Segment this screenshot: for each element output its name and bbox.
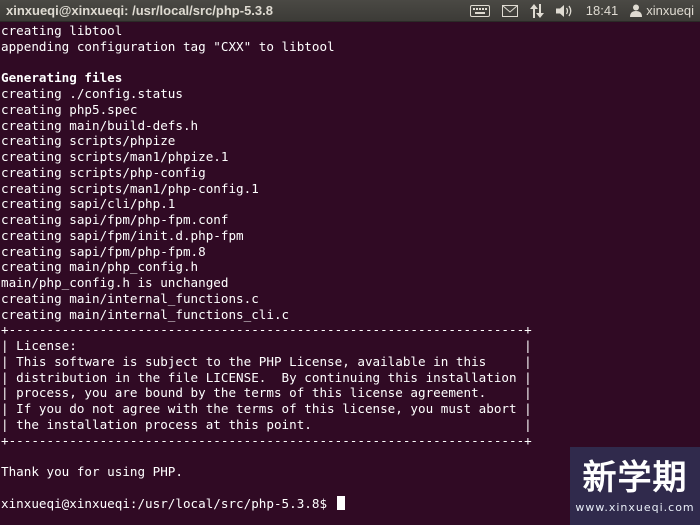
watermark: 新学期 www.xinxueqi.com: [570, 447, 700, 525]
window-title: xinxueqi@xinxueqi: /usr/local/src/php-5.…: [6, 3, 273, 18]
watermark-url: www.xinxueqi.com: [575, 500, 695, 514]
terminal-line: creating scripts/man1/php-config.1: [1, 181, 532, 197]
indicator-area: 18:41 xinxueqi: [469, 0, 694, 22]
terminal-line: | License: |: [1, 338, 532, 354]
terminal-line-text: creating sapi/cli/php.1: [1, 196, 176, 212]
terminal-line-text: creating scripts/phpize: [1, 133, 176, 149]
terminal-line: creating scripts/phpize: [1, 133, 532, 149]
terminal-line: +---------------------------------------…: [1, 322, 532, 338]
terminal-line: | process, you are bound by the terms of…: [1, 385, 532, 401]
terminal-line-text: creating scripts/php-config: [1, 164, 206, 180]
shell-prompt-line: xinxueqi@xinxueqi:/usr/local/src/php-5.3…: [1, 495, 532, 512]
terminal-line: creating main/build-defs.h: [1, 118, 532, 134]
terminal-line-text: | the installation process at this point…: [1, 416, 532, 432]
shell-prompt: xinxueqi@xinxueqi:/usr/local/src/php-5.3…: [1, 495, 335, 511]
terminal-line-text: Thank you for using PHP.: [1, 464, 183, 479]
network-icon[interactable]: [529, 0, 544, 22]
terminal-line: creating sapi/fpm/php-fpm.conf: [1, 212, 532, 228]
terminal-line-text: creating main/internal_functions.c: [1, 290, 259, 306]
terminal-line-text: creating scripts/man1/php-config.1: [1, 180, 259, 196]
terminal-line: | distribution in the file LICENSE. By c…: [1, 370, 532, 386]
terminal-line: creating main/internal_functions_cli.c: [1, 307, 532, 323]
user-name: xinxueqi: [646, 3, 694, 18]
terminal-line-text: creating main/build-defs.h: [1, 117, 199, 133]
terminal-line-text: creating sapi/fpm/php-fpm.conf: [1, 212, 229, 227]
terminal-line-text: Generating files: [1, 70, 123, 86]
terminal-line: creating libtool: [1, 23, 532, 39]
terminal-line-text: +---------------------------------------…: [1, 432, 532, 448]
terminal-line: creating sapi/fpm/php-fpm.8: [1, 244, 532, 260]
terminal-line-text: appending configuration tag "CXX" to lib…: [1, 38, 335, 54]
terminal-line: creating scripts/php-config: [1, 165, 532, 181]
terminal-line: creating sapi/fpm/init.d.php-fpm: [1, 228, 532, 244]
terminal-line-text: creating libtool: [1, 23, 123, 38]
terminal-line-text: +---------------------------------------…: [1, 322, 532, 338]
terminal-line: | This software is subject to the PHP Li…: [1, 354, 532, 370]
user-menu[interactable]: xinxueqi: [630, 0, 694, 22]
terminal-line-text: creating php5.spec: [1, 101, 138, 117]
terminal-line-text: | License: |: [1, 338, 532, 353]
keyboard-icon[interactable]: [469, 0, 490, 22]
terminal-line: creating sapi/cli/php.1: [1, 196, 532, 212]
watermark-logo: 新学期: [582, 457, 688, 498]
terminal-line-text: creating main/php_config.h: [1, 259, 199, 275]
terminal-line: Generating files: [1, 70, 532, 86]
terminal-line-text: | process, you are bound by the terms of…: [1, 385, 532, 401]
terminal-line: creating php5.spec: [1, 102, 532, 118]
mail-icon[interactable]: [501, 0, 518, 22]
terminal-line: appending configuration tag "CXX" to lib…: [1, 39, 532, 55]
terminal-line: creating main/internal_functions.c: [1, 291, 532, 307]
user-icon: [630, 0, 643, 22]
terminal-line-text: | If you do not agree with the terms of …: [1, 401, 532, 416]
terminal-line-text: | distribution in the file LICENSE. By c…: [1, 369, 532, 385]
terminal-line: creating main/php_config.h: [1, 259, 532, 275]
terminal-line: Thank you for using PHP.: [1, 464, 532, 480]
terminal-line: creating ./config.status: [1, 86, 532, 102]
terminal-line: | the installation process at this point…: [1, 417, 532, 433]
terminal-line-text: creating ./config.status: [1, 86, 183, 101]
terminal-line-text: creating main/internal_functions_cli.c: [1, 306, 290, 322]
terminal-line-text: | This software is subject to the PHP Li…: [1, 353, 532, 369]
text-cursor: [336, 495, 345, 510]
terminal-line: | If you do not agree with the terms of …: [1, 401, 532, 417]
terminal-line-text: creating sapi/fpm/php-fpm.8: [1, 243, 206, 259]
terminal-line-text: main/php_config.h is unchanged: [1, 275, 229, 290]
terminal-line: +---------------------------------------…: [1, 433, 532, 449]
terminal-line-text: creating sapi/fpm/init.d.php-fpm: [1, 227, 244, 243]
terminal-line-text: creating scripts/man1/phpize.1: [1, 149, 229, 164]
clock[interactable]: 18:41: [586, 3, 619, 18]
terminal-line: creating scripts/man1/phpize.1: [1, 149, 532, 165]
top-panel: xinxueqi@xinxueqi: /usr/local/src/php-5.…: [0, 0, 700, 22]
terminal-line: main/php_config.h is unchanged: [1, 275, 532, 291]
terminal-output: creating libtool appending configuration …: [1, 23, 532, 511]
terminal-view[interactable]: creating libtool appending configuration …: [0, 22, 700, 525]
volume-icon[interactable]: [555, 0, 574, 22]
